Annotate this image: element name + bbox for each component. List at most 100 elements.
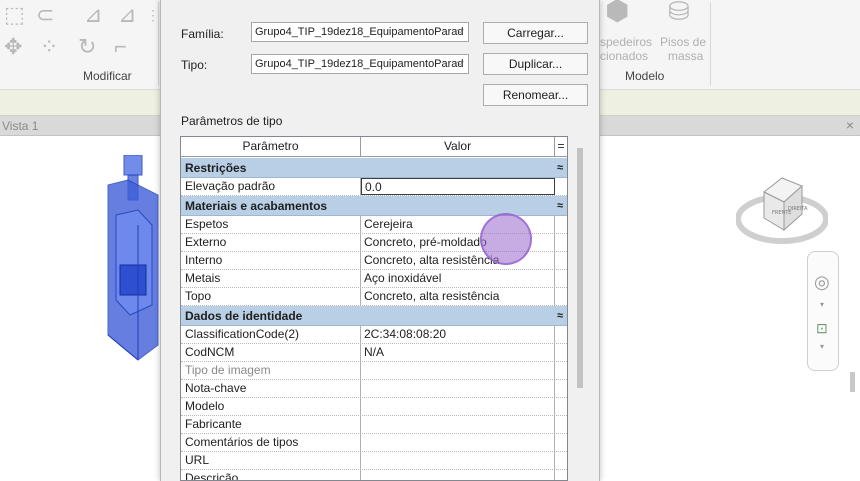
- formula-cell[interactable]: [555, 326, 567, 343]
- param-value[interactable]: [361, 380, 555, 397]
- move-icon[interactable]: ✥: [4, 36, 22, 58]
- mirror-draw-icon[interactable]: ⊿: [118, 4, 136, 26]
- table-row[interactable]: Metais Aço inoxidável: [181, 270, 567, 288]
- viewport-scrollbar[interactable]: [848, 150, 858, 481]
- steering-wheel-icon[interactable]: ◎: [814, 272, 830, 293]
- param-name: Descrição: [181, 470, 361, 480]
- chevron-down-icon[interactable]: ▾: [820, 342, 824, 351]
- carregar-button[interactable]: Carregar...: [483, 22, 588, 44]
- table-row[interactable]: Nota-chave: [181, 380, 567, 398]
- formula-cell[interactable]: [555, 362, 567, 379]
- table-row[interactable]: Tipo de imagem: [181, 362, 567, 380]
- chevron-down-icon[interactable]: ⌵: [456, 57, 464, 68]
- mirror-icon[interactable]: ⊿: [84, 4, 102, 26]
- ribbon-ghost-text: spedeiros: [600, 35, 653, 49]
- formula-cell[interactable]: [555, 398, 567, 415]
- scrollbar-thumb[interactable]: [577, 148, 583, 388]
- param-value[interactable]: Aço inoxidável: [361, 270, 555, 287]
- formula-cell[interactable]: [555, 470, 567, 480]
- table-row[interactable]: Descrição: [181, 470, 567, 480]
- param-name: CodNCM: [181, 344, 361, 361]
- formula-cell[interactable]: [555, 252, 567, 269]
- ribbon-ghost-text: Pisos de: [660, 35, 707, 49]
- offset-icon[interactable]: ⊂: [36, 4, 54, 26]
- param-name: Topo: [181, 288, 361, 305]
- duplicar-button[interactable]: Duplicar...: [483, 53, 588, 75]
- param-name: Comentários de tipos: [181, 434, 361, 451]
- model-3d-view[interactable]: [102, 155, 162, 365]
- col-header-parametro[interactable]: Parâmetro: [181, 137, 361, 157]
- table-row[interactable]: Comentários de tipos: [181, 434, 567, 452]
- table-row[interactable]: Elevação padrão 0.0: [181, 178, 567, 196]
- formula-cell[interactable]: [555, 380, 567, 397]
- param-name: Externo: [181, 234, 361, 251]
- navigation-bar: ◎ ▾ ⊡ ▾: [807, 251, 839, 371]
- view-tab-label[interactable]: Vista 1: [2, 119, 38, 133]
- grid-scrollbar[interactable]: [575, 148, 585, 481]
- trim-icon[interactable]: ⌐: [114, 36, 127, 58]
- formula-cell[interactable]: [555, 178, 567, 195]
- param-value[interactable]: [361, 398, 555, 415]
- param-value[interactable]: [361, 452, 555, 469]
- param-name: URL: [181, 452, 361, 469]
- zoom-icon[interactable]: ⊡: [816, 320, 828, 337]
- panel-label-modificar: Modificar: [83, 69, 132, 83]
- table-row[interactable]: Modelo: [181, 398, 567, 416]
- param-value[interactable]: [361, 434, 555, 451]
- copy-icon[interactable]: ⁘: [40, 36, 58, 58]
- ribbon-separator: [158, 2, 159, 86]
- formula-cell[interactable]: [555, 288, 567, 305]
- table-row[interactable]: URL: [181, 452, 567, 470]
- param-value[interactable]: N/A: [361, 344, 555, 361]
- close-icon[interactable]: ×: [846, 117, 854, 133]
- renomear-button[interactable]: Renomear...: [483, 84, 588, 106]
- type-parameters-grid: Parâmetro Valor = Restrições ≈ Elevação pa…: [180, 136, 568, 481]
- group-name: Materiais e acabamentos: [185, 198, 328, 213]
- table-row[interactable]: CodNCM N/A: [181, 344, 567, 362]
- panel-label-modelo: Modelo: [625, 69, 665, 83]
- col-header-formula[interactable]: =: [555, 137, 567, 157]
- params-title: Parâmetros de tipo: [181, 114, 283, 128]
- host-icon[interactable]: ⬢: [605, 0, 629, 25]
- formula-cell[interactable]: [555, 452, 567, 469]
- formula-cell[interactable]: [555, 216, 567, 233]
- rotate-icon[interactable]: ↻: [78, 36, 96, 58]
- collapse-icon[interactable]: ≈: [557, 200, 563, 212]
- formula-cell[interactable]: [555, 434, 567, 451]
- group-header[interactable]: Dados de identidade ≈: [181, 306, 567, 326]
- param-name: Elevação padrão: [181, 178, 361, 195]
- familia-label: Família:: [181, 27, 224, 41]
- col-header-valor[interactable]: Valor: [361, 137, 555, 157]
- ribbon-ghost-text: massa: [668, 49, 704, 63]
- group-name: Restrições: [185, 160, 247, 175]
- grid-header: Parâmetro Valor =: [181, 137, 567, 157]
- tipo-dropdown[interactable]: Grupo4_TIP_19dez18_EquipamentoParad ⌵: [251, 54, 469, 74]
- param-value[interactable]: Concreto, alta resistência: [361, 288, 555, 305]
- table-row[interactable]: Fabricante: [181, 416, 567, 434]
- familia-value: Grupo4_TIP_19dez18_EquipamentoParad: [255, 26, 464, 38]
- formula-cell[interactable]: [555, 416, 567, 433]
- collapse-icon[interactable]: ≈: [557, 310, 563, 322]
- formula-cell[interactable]: [555, 234, 567, 251]
- param-value-input[interactable]: 0.0: [361, 178, 555, 195]
- viewcube[interactable]: FRENTE DIREITA: [736, 174, 828, 244]
- ribbon-separator: [710, 2, 711, 86]
- scrollbar-thumb[interactable]: [850, 372, 855, 392]
- table-row[interactable]: Topo Concreto, alta resistência: [181, 288, 567, 306]
- formula-cell[interactable]: [555, 344, 567, 361]
- collapse-icon[interactable]: ≈: [557, 162, 563, 174]
- group-name: Dados de identidade: [185, 308, 303, 323]
- chevron-down-icon[interactable]: ▾: [820, 300, 824, 309]
- formula-cell[interactable]: [555, 270, 567, 287]
- param-value[interactable]: [361, 470, 555, 480]
- param-value[interactable]: 2C:34:08:08:20: [361, 326, 555, 343]
- mass-floor-icon[interactable]: ⛁: [668, 0, 690, 24]
- familia-dropdown[interactable]: Grupo4_TIP_19dez18_EquipamentoParad ⌵: [251, 22, 469, 42]
- ribbon-tool-icon[interactable]: ⬚: [4, 4, 25, 26]
- group-header[interactable]: Restrições ≈: [181, 158, 567, 178]
- cursor-highlight: [480, 213, 532, 265]
- chevron-down-icon[interactable]: ⌵: [456, 25, 464, 36]
- table-row[interactable]: ClassificationCode(2) 2C:34:08:08:20: [181, 326, 567, 344]
- param-value[interactable]: [361, 362, 555, 379]
- param-value[interactable]: [361, 416, 555, 433]
